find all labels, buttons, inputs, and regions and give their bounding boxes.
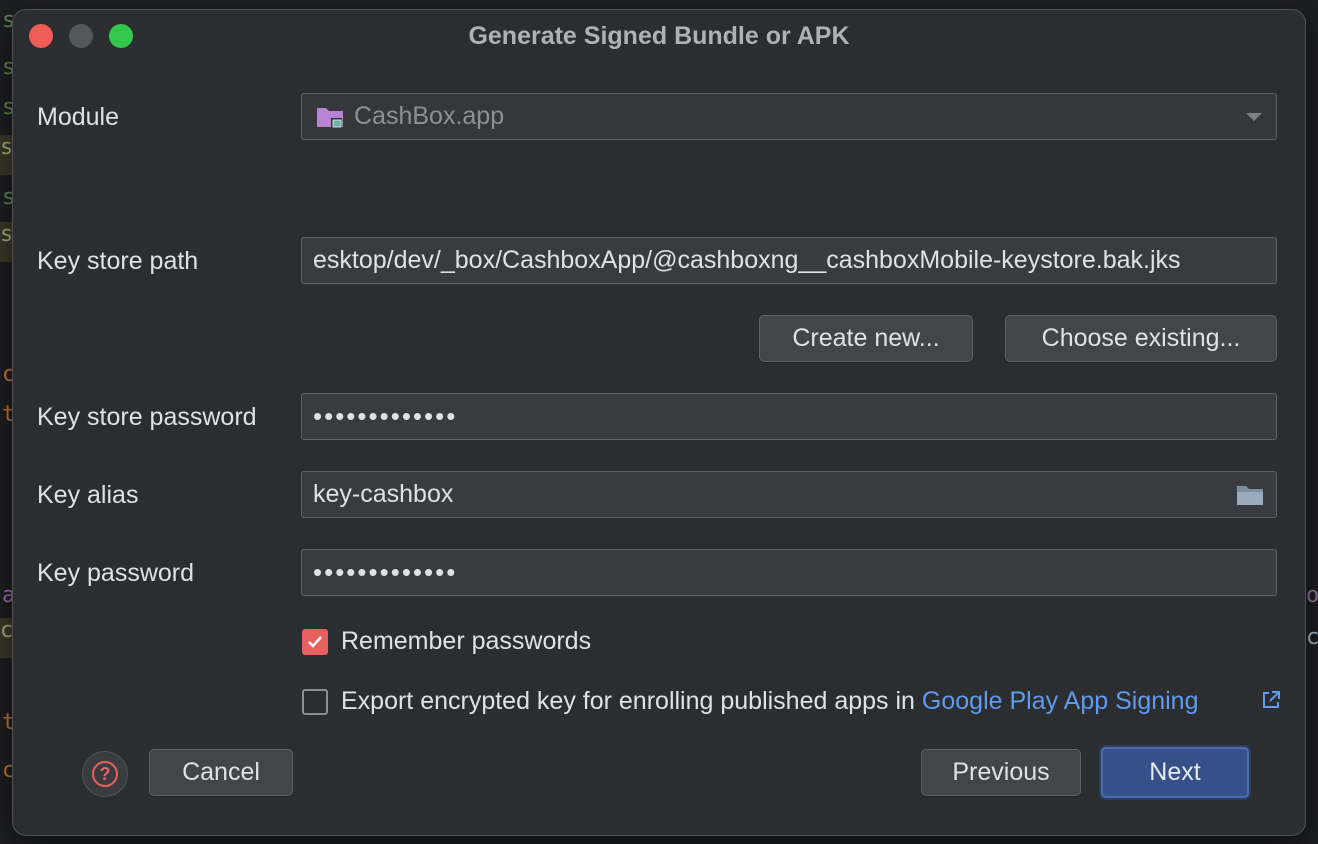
create-new-button[interactable]: Create new... [759, 315, 973, 362]
editor-code-fragment: s [0, 222, 13, 262]
editor-code-fragment: o [1306, 583, 1318, 608]
module-folder-icon [317, 108, 343, 128]
choose-existing-button[interactable]: Choose existing... [1005, 315, 1277, 362]
folder-icon[interactable] [1236, 484, 1264, 506]
cancel-button[interactable]: Cancel [149, 749, 293, 796]
google-play-app-signing-link[interactable]: Google Play App Signing [922, 687, 1199, 715]
key-alias-value: key-cashbox [313, 480, 454, 508]
key-password-label: Key password [37, 559, 195, 587]
keystore-password-label: Key store password [37, 403, 257, 431]
remember-passwords-checkbox[interactable] [302, 629, 328, 655]
editor-code-fragment: s [0, 135, 13, 175]
checkmark-icon [308, 636, 322, 648]
chevron-down-icon [1246, 113, 1262, 121]
export-encrypted-key-label: Export encrypted key for enrolling publi… [341, 687, 1199, 716]
next-button[interactable]: Next [1101, 747, 1249, 798]
help-icon: ? [92, 761, 118, 787]
keystore-path-label: Key store path [37, 247, 199, 275]
previous-button[interactable]: Previous [921, 749, 1081, 796]
generate-signed-bundle-dialog: Generate Signed Bundle or APK Module Cas… [12, 9, 1306, 836]
help-button[interactable]: ? [82, 751, 128, 797]
editor-code-fragment: c [0, 618, 13, 658]
keystore-path-field[interactable]: esktop/dev/_box/CashboxApp/@cashboxng__c… [301, 237, 1277, 284]
remember-passwords-label: Remember passwords [341, 627, 592, 655]
export-encrypted-key-checkbox[interactable] [302, 689, 328, 715]
key-alias-label: Key alias [37, 481, 139, 509]
dialog-title: Generate Signed Bundle or APK [468, 22, 850, 50]
keystore-password-field[interactable]: ••••••••••••• [301, 393, 1277, 440]
export-encrypted-key-text: Export encrypted key for enrolling publi… [341, 687, 915, 715]
key-alias-field[interactable]: key-cashbox [301, 471, 1277, 518]
key-password-field[interactable]: ••••••••••••• [301, 549, 1277, 596]
module-label: Module [37, 103, 119, 131]
module-value: CashBox.app [354, 102, 505, 130]
external-link-icon[interactable] [1261, 690, 1281, 710]
editor-code-fragment: c [1306, 625, 1318, 650]
module-dropdown[interactable]: CashBox.app [301, 93, 1277, 140]
